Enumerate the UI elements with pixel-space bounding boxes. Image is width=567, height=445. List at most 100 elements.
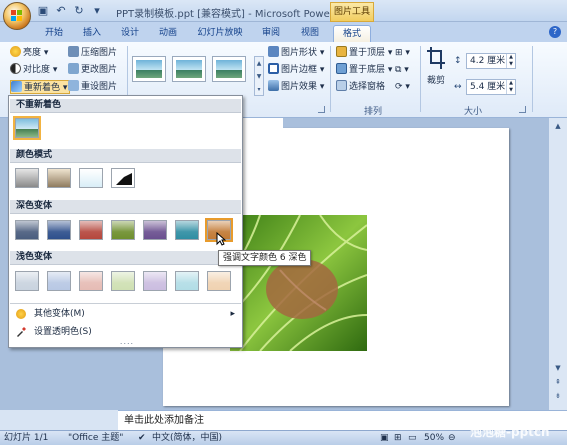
quick-access-toolbar: ▣ ↶ ↻ ▾: [36, 4, 104, 18]
zoom-level[interactable]: 50%: [424, 431, 444, 445]
picture-styles-dialog-launcher[interactable]: [318, 106, 325, 113]
light-variation-swatch-4[interactable]: [111, 271, 135, 291]
compress-pictures-button[interactable]: 压缩图片: [68, 46, 117, 60]
undo-icon[interactable]: ↶: [54, 4, 68, 18]
submenu-arrow-icon: ▸: [230, 309, 235, 319]
arrange-group-label: 排列: [364, 107, 383, 117]
sepia-swatch[interactable]: [47, 168, 71, 188]
slide-sorter-icon[interactable]: ⊞: [394, 431, 402, 445]
tab-review[interactable]: 审阅: [255, 25, 287, 42]
scroll-down-icon[interactable]: ▼: [552, 362, 564, 374]
qat-customize-icon[interactable]: ▾: [90, 4, 104, 18]
change-picture-button[interactable]: 更改图片: [68, 63, 117, 77]
black-white-swatch[interactable]: [111, 168, 135, 188]
light-variation-swatch-7[interactable]: [207, 271, 231, 291]
brightness-icon: [10, 46, 21, 57]
width-spinner[interactable]: ▲ ▼: [506, 80, 515, 94]
color-modes-header: 颜色模式: [10, 149, 241, 163]
office-logo-icon: [11, 10, 22, 21]
dark-variation-swatch-3[interactable]: [79, 220, 103, 240]
redo-icon[interactable]: ↻: [72, 4, 86, 18]
send-to-back-button[interactable]: 置于底层 ▾: [336, 63, 392, 77]
size-group-label: 大小: [464, 107, 483, 117]
slide-indicator: 幻灯片 1/1: [4, 433, 49, 443]
resize-grip[interactable]: ....: [117, 337, 137, 346]
group-button[interactable]: ⧉ ▾: [395, 63, 409, 77]
leaf-picture[interactable]: [230, 215, 367, 351]
dark-variation-swatch-6[interactable]: [175, 220, 199, 240]
shape-height-input[interactable]: 4.2 厘米 ▲ ▼: [466, 53, 516, 69]
tab-insert[interactable]: 插入: [76, 25, 108, 42]
slideshow-view-icon[interactable]: ▭: [408, 431, 417, 445]
tab-view[interactable]: 视图: [294, 25, 326, 42]
contrast-icon: [10, 63, 21, 74]
picture-effects-button[interactable]: 图片效果 ▾: [268, 80, 324, 94]
height-spinner[interactable]: ▲ ▼: [506, 54, 515, 68]
selection-pane-button[interactable]: 选择窗格: [336, 80, 385, 94]
leaf-image: [230, 215, 367, 351]
tab-slideshow[interactable]: 幻灯片放映: [192, 25, 248, 42]
picture-style-1[interactable]: [132, 56, 166, 82]
light-variation-swatch-6[interactable]: [175, 271, 199, 291]
align-button[interactable]: ⊞ ▾: [395, 46, 410, 60]
dark-variations-header: 深色变体: [10, 200, 241, 214]
dark-variation-swatch-5[interactable]: [143, 220, 167, 240]
vertical-scrollbar[interactable]: ▲ ▼ ⇞ ⇟: [548, 118, 567, 410]
dark-variation-swatch-2[interactable]: [47, 220, 71, 240]
contrast-button[interactable]: 对比度 ▾: [10, 63, 57, 77]
light-variation-swatch-2[interactable]: [47, 271, 71, 291]
group-separator: [330, 46, 331, 112]
light-variations-header: 浅色变体: [10, 251, 241, 265]
theme-indicator: "Office 主题": [68, 433, 124, 443]
more-variations-item[interactable]: 其他变体(M) ▸: [10, 306, 241, 322]
picture-shape-button[interactable]: 图片形状 ▾: [268, 46, 324, 60]
effects-icon: [268, 80, 279, 91]
brightness-button[interactable]: 亮度 ▾: [10, 46, 48, 60]
watermark-text: 泡泡糖-pptcn: [470, 425, 550, 439]
save-icon[interactable]: ▣: [36, 4, 50, 18]
group-separator: [532, 46, 533, 112]
style-gallery-scroll[interactable]: ▲ ▼ ▾: [254, 56, 264, 96]
picture-border-button[interactable]: 图片边框 ▾: [268, 63, 324, 77]
recolor-dropdown: 不重新着色 颜色模式 深色变体 浅色变体 其他变体(M) ▸ 设置透明色(S) …: [8, 95, 243, 348]
dark-variation-swatch-1[interactable]: [15, 220, 39, 240]
rotate-button[interactable]: ⟳ ▾: [395, 80, 410, 94]
recolor-icon: [11, 81, 22, 92]
washout-swatch[interactable]: [79, 168, 103, 188]
title-bar: ▣ ↶ ↻ ▾ PPT录制模板.ppt [兼容模式] - Microsoft P…: [0, 0, 567, 22]
zoom-out-icon[interactable]: ⊖: [448, 431, 456, 445]
recolor-button[interactable]: 重新着色 ▾: [10, 80, 71, 94]
bring-to-front-button[interactable]: 置于顶层 ▾: [336, 46, 392, 60]
color-palette-icon: [16, 309, 26, 319]
tab-home[interactable]: 开始: [38, 25, 70, 42]
tab-design[interactable]: 设计: [114, 25, 146, 42]
size-dialog-launcher[interactable]: [519, 106, 526, 113]
light-variation-swatch-5[interactable]: [143, 271, 167, 291]
send-back-icon: [336, 63, 347, 74]
border-icon: [268, 63, 279, 74]
light-variation-swatch-1[interactable]: [15, 271, 39, 291]
next-slide-icon[interactable]: ⇟: [552, 390, 564, 402]
picture-style-2[interactable]: [172, 56, 206, 82]
eyedropper-icon: [17, 327, 26, 337]
spellcheck-icon[interactable]: ✔: [138, 431, 146, 445]
compress-icon: [68, 46, 79, 57]
picture-style-3[interactable]: [212, 56, 246, 82]
normal-view-icon[interactable]: ▣: [380, 431, 389, 445]
tab-format[interactable]: 格式: [333, 25, 371, 42]
help-icon[interactable]: ?: [549, 26, 561, 38]
tab-animation[interactable]: 动画: [152, 25, 184, 42]
recolor-none-swatch[interactable]: [13, 116, 41, 140]
scroll-up-icon[interactable]: ▲: [552, 120, 564, 132]
shape-icon: [268, 46, 279, 57]
crop-button[interactable]: 裁剪: [425, 46, 447, 94]
prev-slide-icon[interactable]: ⇞: [552, 376, 564, 388]
office-button[interactable]: [3, 2, 31, 30]
group-separator: [420, 46, 421, 112]
window-title: PPT录制模板.ppt [兼容模式] - Microsoft PowerP...: [116, 9, 348, 20]
dark-variation-swatch-4[interactable]: [111, 220, 135, 240]
reset-picture-button[interactable]: 重设图片: [68, 80, 117, 94]
shape-width-input[interactable]: 5.4 厘米 ▲ ▼: [466, 79, 516, 95]
grayscale-swatch[interactable]: [15, 168, 39, 188]
light-variation-swatch-3[interactable]: [79, 271, 103, 291]
